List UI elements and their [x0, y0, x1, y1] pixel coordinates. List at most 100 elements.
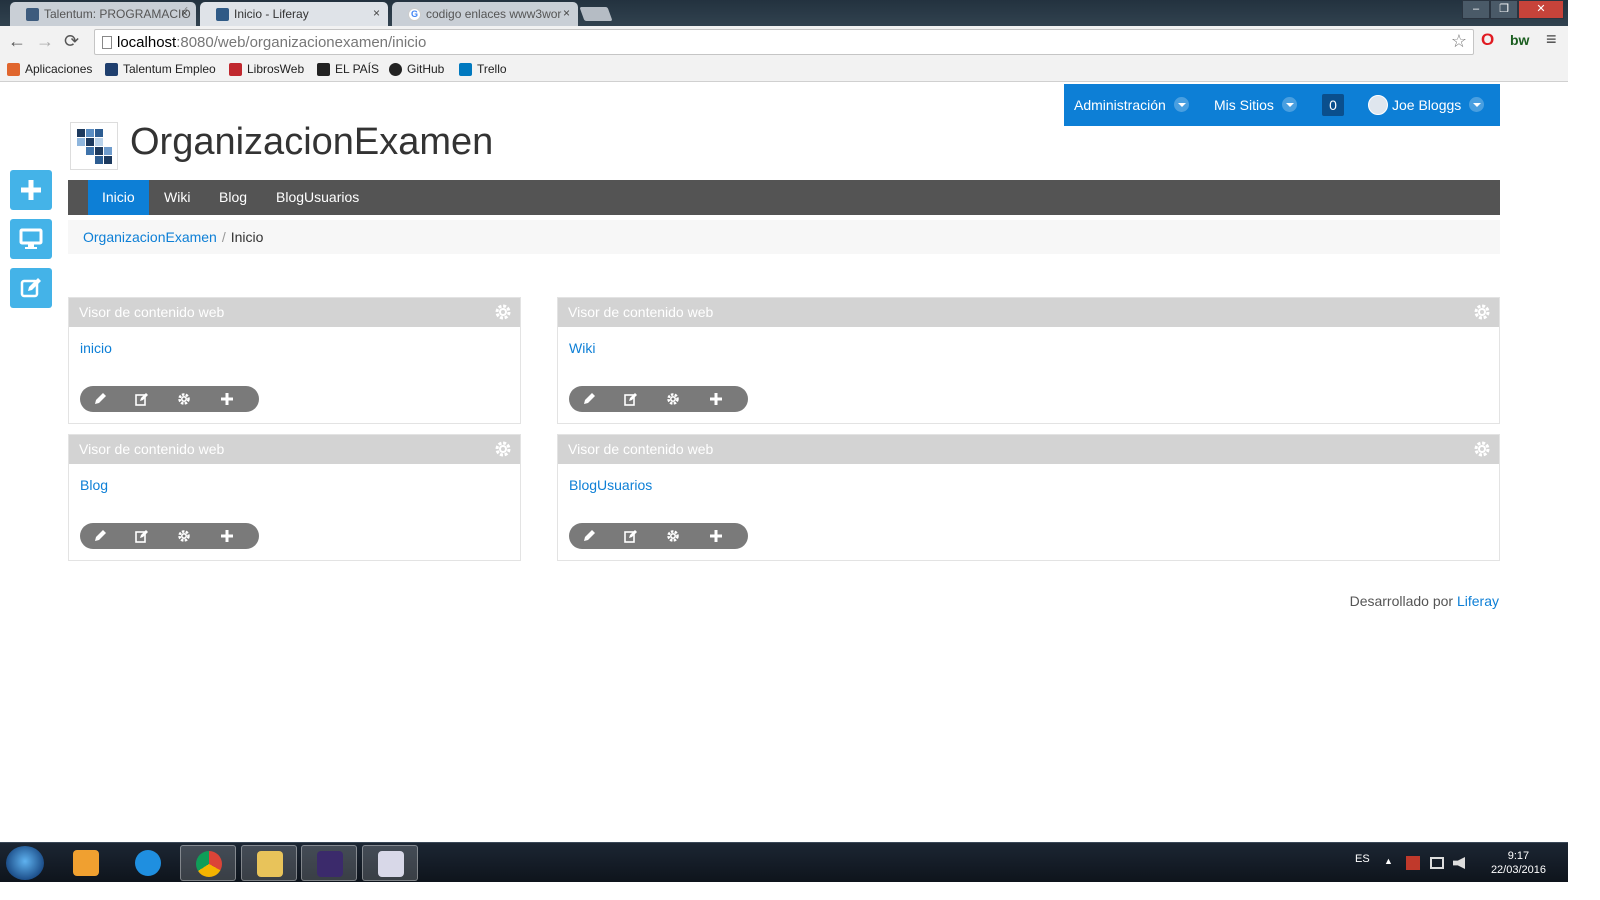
bw-extension-icon[interactable]: bw — [1510, 32, 1529, 48]
talentum-icon — [105, 63, 118, 76]
plus-icon[interactable] — [709, 392, 723, 411]
nav-item-blog[interactable]: Blog — [205, 180, 261, 215]
tab-close-icon[interactable]: × — [181, 6, 188, 20]
start-button[interactable] — [6, 846, 44, 880]
gear-icon[interactable] — [666, 529, 680, 548]
add-button[interactable] — [10, 170, 52, 210]
portlet-content-link[interactable]: BlogUsuarios — [569, 477, 652, 493]
librosweb-icon — [229, 63, 242, 76]
trello-icon — [459, 63, 472, 76]
portlet-edit-toolbar — [80, 523, 259, 549]
site-title[interactable]: OrganizacionExamen — [130, 121, 493, 164]
plus-icon[interactable] — [220, 392, 234, 411]
opera-extension-icon[interactable]: O — [1481, 30, 1494, 50]
portlet-content-link[interactable]: inicio — [80, 340, 112, 356]
reload-icon[interactable]: ⟳ — [64, 31, 79, 52]
address-bar[interactable]: localhost:8080/web/organizacionexamen/in… — [94, 29, 1474, 55]
edit-controls-button[interactable] — [10, 268, 52, 308]
plus-icon[interactable] — [709, 529, 723, 548]
user-menu[interactable]: Joe Bloggs — [1392, 97, 1485, 113]
close-window-button[interactable]: ✕ — [1518, 0, 1564, 19]
restore-button[interactable]: ❐ — [1490, 0, 1518, 19]
internet-explorer-taskbar-button[interactable] — [120, 845, 176, 881]
liferay-favicon-icon — [216, 8, 229, 21]
notifications-badge[interactable]: 0 — [1322, 94, 1344, 116]
edit-icon[interactable] — [135, 529, 149, 548]
breadcrumb-separator: / — [221, 229, 226, 245]
paint-taskbar-button[interactable] — [362, 845, 418, 881]
edit-icon[interactable] — [624, 529, 638, 548]
browser-tab[interactable]: G codigo enlaces www3wor × — [392, 2, 578, 26]
breadcrumb-current: Inicio — [230, 229, 264, 245]
nav-item-wiki[interactable]: Wiki — [150, 180, 204, 215]
language-indicator[interactable]: ES — [1355, 853, 1370, 865]
system-clock[interactable]: 9:17 22/03/2016 — [1491, 849, 1546, 877]
gear-icon[interactable] — [494, 440, 512, 458]
my-sites-menu[interactable]: Mis Sitios — [1214, 97, 1297, 113]
gear-icon[interactable] — [494, 303, 512, 321]
nav-item-inicio[interactable]: Inicio — [88, 180, 149, 215]
bookmark-item[interactable]: GitHub — [389, 62, 444, 76]
forward-icon[interactable]: → — [36, 31, 54, 52]
bookmark-label: GitHub — [407, 62, 445, 76]
pencil-icon[interactable] — [93, 392, 107, 411]
gear-icon[interactable] — [177, 529, 191, 548]
bookmark-item[interactable]: Aplicaciones — [7, 62, 92, 76]
network-icon[interactable] — [1430, 857, 1444, 869]
gear-icon[interactable] — [1473, 440, 1491, 458]
media-player-taskbar-button[interactable] — [58, 845, 114, 881]
bookmark-item[interactable]: Talentum Empleo — [105, 62, 216, 76]
browser-tab[interactable]: Talentum: PROGRAMACIÓ × — [10, 2, 196, 26]
bookmark-item[interactable]: EL PAÍS — [317, 62, 379, 76]
volume-icon[interactable] — [1453, 857, 1465, 869]
github-icon — [389, 63, 402, 76]
edit-icon[interactable] — [135, 392, 149, 411]
nav-item-blogusuarios[interactable]: BlogUsuarios — [262, 180, 373, 215]
bookmark-label: EL PAÍS — [335, 62, 380, 76]
bookmark-label: Talentum Empleo — [123, 62, 216, 76]
tray-expand-icon[interactable]: ▲ — [1384, 856, 1393, 866]
menu-icon[interactable]: ≡ — [1546, 29, 1557, 50]
eclipse-taskbar-button[interactable] — [301, 845, 357, 881]
portlet-content-link[interactable]: Wiki — [569, 340, 595, 356]
chrome-taskbar-button[interactable] — [180, 845, 236, 881]
web-content-portlet: Visor de contenido web inicio — [68, 297, 521, 424]
google-favicon-icon: G — [408, 8, 421, 21]
main-navigation: Inicio Wiki Blog BlogUsuarios — [68, 180, 1500, 215]
clock-time: 9:17 — [1507, 850, 1530, 862]
plus-icon[interactable] — [220, 529, 234, 548]
url-path: :8080/web/organizacionexamen/inicio — [176, 34, 427, 51]
admin-menu[interactable]: Administración — [1074, 97, 1189, 113]
pencil-icon[interactable] — [582, 392, 596, 411]
site-logo[interactable] — [70, 122, 118, 170]
browser-tab-active[interactable]: Inicio - Liferay × — [200, 2, 388, 26]
new-tab-button[interactable] — [579, 7, 613, 21]
tab-title: Inicio - Liferay — [234, 7, 309, 21]
gear-icon[interactable] — [177, 392, 191, 411]
tab-close-icon[interactable]: × — [373, 6, 380, 20]
gear-icon[interactable] — [1473, 303, 1491, 321]
bookmark-star-icon[interactable]: ☆ — [1451, 31, 1467, 52]
footer-text: Desarrollado por — [1349, 593, 1454, 609]
portlet-edit-toolbar — [80, 386, 259, 412]
avatar[interactable] — [1368, 95, 1388, 115]
minimize-button[interactable]: – — [1462, 0, 1490, 19]
gear-icon[interactable] — [666, 392, 680, 411]
chrome-icon — [196, 851, 222, 877]
edit-icon[interactable] — [624, 392, 638, 411]
tab-close-icon[interactable]: × — [563, 6, 570, 20]
eclipse-icon — [317, 851, 343, 877]
bookmark-item[interactable]: LibrosWeb — [229, 62, 304, 76]
explorer-taskbar-button[interactable] — [241, 845, 297, 881]
portlet-content-link[interactable]: Blog — [80, 477, 108, 493]
portlet-title: Visor de contenido web — [568, 304, 714, 320]
back-icon[interactable]: ← — [8, 31, 26, 52]
action-center-icon[interactable] — [1406, 856, 1420, 870]
bookmark-item[interactable]: Trello — [459, 62, 507, 76]
liferay-link[interactable]: Liferay — [1457, 593, 1499, 609]
breadcrumb-link[interactable]: OrganizacionExamen — [83, 229, 217, 245]
bookmarks-bar: Aplicaciones Talentum Empleo LibrosWeb E… — [0, 58, 1568, 82]
pencil-icon[interactable] — [93, 529, 107, 548]
preview-button[interactable] — [10, 219, 52, 259]
pencil-icon[interactable] — [582, 529, 596, 548]
